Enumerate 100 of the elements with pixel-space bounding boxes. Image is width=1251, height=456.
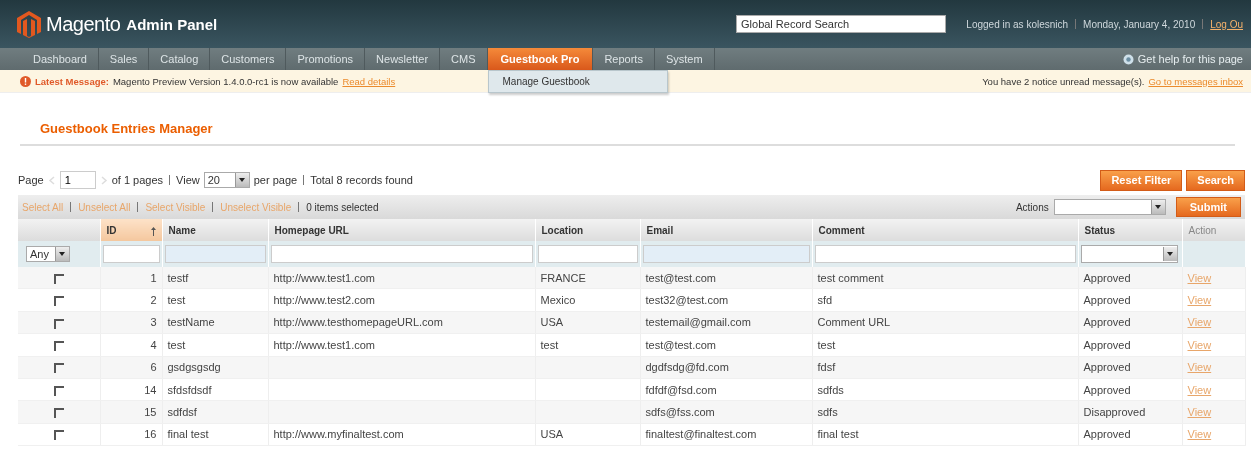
row-checkbox[interactable] [53, 408, 64, 419]
selected-count: 0 items selected [306, 201, 379, 213]
table-cell: final test [167, 428, 209, 441]
table-cell: testemail@gmail.com [645, 316, 751, 329]
read-details-link[interactable]: Read details [342, 75, 396, 87]
column-header[interactable]: Email [640, 219, 812, 241]
reset-filter-button[interactable]: Reset Filter [1100, 169, 1183, 191]
column-header[interactable]: Homepage URL [268, 219, 535, 241]
column-header[interactable]: Location [535, 219, 640, 241]
pager-label: View [176, 174, 200, 186]
logout-link[interactable]: Log Ou [1210, 18, 1243, 30]
table-cell: USA [540, 428, 564, 441]
logo-subtitle: Admin Panel [126, 15, 218, 33]
table-cell: 1 [150, 271, 157, 284]
table-cell: http://www.test1.com [273, 338, 375, 351]
table-cell: Approved [1083, 361, 1131, 374]
table-cell: Disapproved [1083, 406, 1146, 419]
header-info-text: Monday, January 4, 2010 [1083, 18, 1196, 30]
table-cell: Approved [1083, 338, 1131, 351]
search-field[interactable]: Global Record Search [736, 15, 947, 33]
nav-tab[interactable]: Reports [593, 48, 655, 70]
table-cell: testName [167, 316, 215, 329]
pager-text: of 1 pages [111, 174, 164, 186]
per-page-select[interactable]: 20 [203, 172, 250, 188]
column-header[interactable] [18, 219, 100, 241]
table-cell: test [167, 338, 186, 351]
table-cell: sdfs [817, 406, 838, 419]
nav-tab[interactable]: Guestbook Pro [487, 48, 594, 70]
table-cell: dgdfsdg@fd.com [645, 361, 729, 374]
row-checkbox[interactable] [53, 318, 64, 329]
table-cell: http://www.test1.com [273, 271, 375, 284]
table-cell: test [167, 294, 186, 307]
table-cell: Approved [1083, 294, 1131, 307]
table-cell: Approved [1083, 383, 1131, 396]
submit-button[interactable]: Submit [1175, 197, 1241, 217]
table-cell: fdfdf@fsd.com [645, 383, 717, 396]
column-header[interactable]: Action [1182, 219, 1245, 241]
column-header[interactable]: ID [100, 219, 162, 241]
table-cell: gsdgsgsdg [167, 361, 221, 374]
page-title: Guestbook Entries Manager [20, 93, 1235, 146]
view-link[interactable]: View [1187, 338, 1212, 351]
table-cell: sfd [817, 294, 833, 307]
table-cell: test comment [817, 271, 884, 284]
table-cell: http://www.myfinaltest.com [273, 428, 404, 441]
filter-select[interactable]: Any [26, 246, 70, 262]
table-cell: 16 [144, 428, 157, 441]
message-label: Latest Message: [35, 75, 109, 87]
table-cell: test [817, 338, 836, 351]
table-cell: FRANCE [540, 271, 586, 284]
table-cell: fdsf [817, 361, 836, 374]
table-cell: final test [817, 428, 859, 441]
table-cell: http://www.test2.com [273, 294, 375, 307]
table-cell: test [540, 338, 559, 351]
view-link[interactable]: View [1187, 383, 1212, 396]
logo-text: Magento [46, 12, 121, 36]
logo-icon [16, 10, 42, 38]
header-info-text: Logged in as kolesnich [966, 18, 1069, 30]
table-cell: Approved [1083, 428, 1131, 441]
table-cell: sdfds [817, 383, 844, 396]
table-cell: http://www.testhomepageURL.com [273, 316, 443, 329]
table-cell: Comment URL [817, 316, 891, 329]
sort-arrow-icon [150, 226, 156, 236]
row-checkbox[interactable] [53, 385, 64, 396]
help-link[interactable]: Get help for this page [1122, 48, 1243, 70]
actions-label: Actions [1015, 201, 1049, 213]
pager-text: per page [253, 174, 298, 186]
table-cell: test32@test.com [645, 294, 729, 307]
column-header[interactable]: Name [162, 219, 268, 241]
table-cell: 2 [150, 294, 157, 307]
row-checkbox[interactable] [53, 273, 64, 284]
table-cell: Approved [1083, 316, 1131, 329]
actions-select[interactable] [1053, 199, 1166, 215]
search-button[interactable]: Search [1186, 169, 1245, 191]
table-cell: USA [540, 316, 564, 329]
inbox-link[interactable]: Go to messages inbox [1148, 75, 1243, 87]
view-link[interactable]: View [1187, 294, 1212, 307]
table-cell: 14 [144, 383, 157, 396]
table-cell: Approved [1083, 271, 1131, 284]
page-field[interactable]: 1 [59, 171, 96, 189]
row-checkbox[interactable] [53, 363, 64, 374]
table-cell: 6 [150, 361, 157, 374]
column-header[interactable]: Comment [812, 219, 1078, 241]
table-cell: sdfdsf [167, 406, 197, 419]
column-header[interactable]: Status [1078, 219, 1182, 241]
help-icon [1122, 53, 1134, 65]
table-cell: testf [167, 271, 189, 284]
table-cell: test@test.com [645, 338, 716, 351]
row-checkbox[interactable] [53, 430, 64, 441]
row-checkbox[interactable] [53, 296, 64, 307]
records-count: Total 8 records found [310, 174, 413, 186]
alert-icon [20, 75, 31, 87]
menu-item[interactable]: Manage Guestbook [488, 71, 667, 92]
row-checkbox[interactable] [53, 340, 64, 351]
notice-text: You have 2 notice unread message(s). [982, 75, 1145, 87]
table-cell: finaltest@finaltest.com [645, 428, 757, 441]
table-cell: sfdsfdsdf [167, 383, 212, 396]
table-cell: 15 [144, 406, 157, 419]
view-link[interactable]: View [1187, 428, 1212, 441]
table-cell: Mexico [540, 294, 576, 307]
table-cell: 3 [150, 316, 157, 329]
